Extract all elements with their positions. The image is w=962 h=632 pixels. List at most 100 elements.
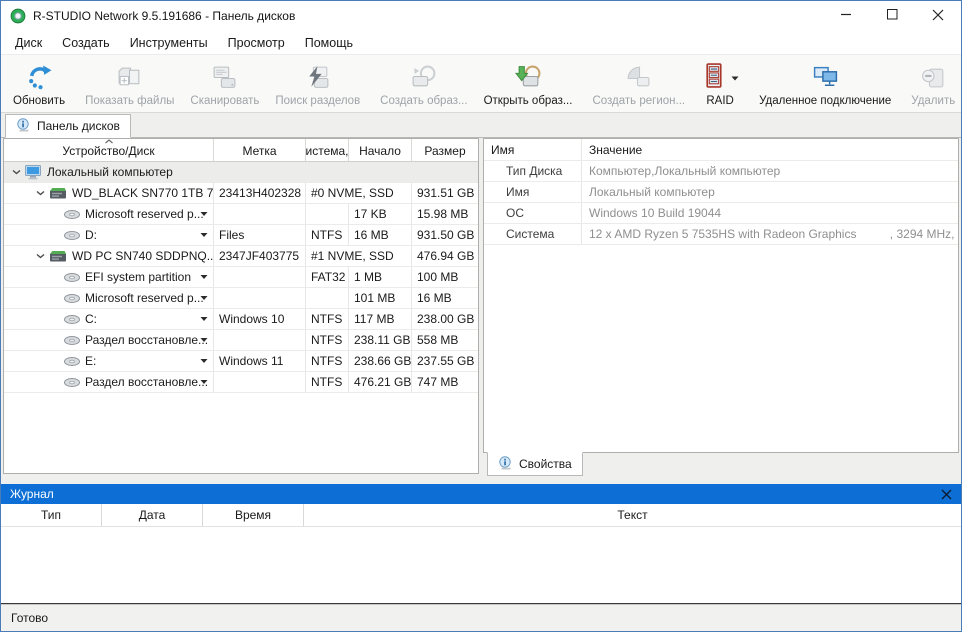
create-image-button[interactable]: Создать образ... — [372, 55, 475, 112]
tab-disk-panel[interactable]: Панель дисков — [5, 114, 131, 138]
raid-dropdown-icon[interactable] — [731, 70, 739, 84]
log-table-header: Тип Дата Время Текст — [1, 504, 961, 527]
raid-button[interactable]: RAID — [693, 55, 747, 112]
menu-help[interactable]: Помощь — [295, 31, 363, 54]
column-header-size[interactable]: Размер — [412, 139, 478, 161]
device-row-partition[interactable]: Раздел восстановле... NTFS 238.11 GB 558… — [4, 330, 478, 351]
refresh-button[interactable]: Обновить — [5, 55, 73, 112]
open-drive-dropdown-icon[interactable] — [200, 212, 208, 217]
partition-icon — [64, 335, 80, 346]
menu-bar: Диск Создать Инструменты Просмотр Помощь — [1, 31, 961, 54]
create-region-icon — [625, 62, 652, 92]
status-text: Готово — [11, 611, 48, 625]
close-button[interactable] — [915, 1, 961, 31]
raid-icon — [701, 62, 728, 92]
open-drive-dropdown-icon[interactable] — [200, 359, 208, 364]
window-title: R-STUDIO Network 9.5.191686 - Панель дис… — [33, 9, 295, 23]
property-row[interactable]: Имя Локальный компьютер — [484, 182, 958, 203]
menu-create[interactable]: Создать — [52, 31, 120, 54]
open-drive-dropdown-icon[interactable] — [200, 338, 208, 343]
device-row-partition[interactable]: C: Windows 10 NTFS 117 MB 238.00 GB — [4, 309, 478, 330]
disk-icon — [49, 250, 67, 262]
property-row[interactable]: Система 12 x AMD Ryzen 5 7535HS with Rad… — [484, 224, 958, 245]
column-header-type[interactable]: Тип — [1, 504, 102, 526]
collapse-chevron-icon[interactable] — [36, 253, 49, 259]
partition-icon — [64, 314, 80, 325]
menu-disk[interactable]: Диск — [5, 31, 52, 54]
title-bar: R-STUDIO Network 9.5.191686 - Панель дис… — [1, 1, 961, 31]
collapse-chevron-icon[interactable] — [36, 190, 49, 196]
tab-properties[interactable]: Свойства — [487, 452, 583, 476]
device-row-partition[interactable]: E: Windows 11 NTFS 238.66 GB 237.55 GB — [4, 351, 478, 372]
column-header-device[interactable]: Устройство/Диск — [4, 139, 214, 161]
tab-label: Свойства — [519, 457, 572, 471]
column-header-fs[interactable]: истема, — [306, 139, 349, 161]
maximize-button[interactable] — [869, 1, 915, 31]
partition-icon — [64, 293, 80, 304]
properties-panel: Имя Значение Тип Диска Компьютер,Локальн… — [483, 138, 959, 453]
sort-ascending-icon — [104, 139, 113, 144]
column-header-value[interactable]: Значение — [582, 139, 958, 160]
open-drive-dropdown-icon[interactable] — [200, 233, 208, 238]
partition-icon — [64, 209, 80, 220]
partition-icon — [64, 377, 80, 388]
column-header-name[interactable]: Имя — [484, 139, 582, 160]
open-drive-dropdown-icon[interactable] — [200, 296, 208, 301]
device-table-header: Устройство/Диск Метка истема, Начало Раз… — [4, 139, 478, 162]
device-row-partition[interactable]: EFI system partition FAT32 1 MB 100 MB — [4, 267, 478, 288]
show-files-button[interactable]: Показать файлы — [77, 55, 182, 112]
app-window: R-STUDIO Network 9.5.191686 - Панель дис… — [0, 0, 962, 632]
scan-icon — [211, 62, 238, 92]
open-drive-dropdown-icon[interactable] — [200, 275, 208, 280]
minimize-button[interactable] — [823, 1, 869, 31]
property-row[interactable]: ОС Windows 10 Build 19044 — [484, 203, 958, 224]
find-partitions-button[interactable]: Поиск разделов — [267, 55, 368, 112]
log-title-bar: Журнал — [1, 484, 961, 504]
menu-tools[interactable]: Инструменты — [120, 31, 218, 54]
delete-icon — [920, 62, 947, 92]
info-icon — [498, 456, 513, 473]
device-row-partition[interactable]: D: Files NTFS 16 MB 931.50 GB — [4, 225, 478, 246]
open-image-icon — [515, 62, 542, 92]
column-header-date[interactable]: Дата — [102, 504, 203, 526]
remote-connection-icon — [812, 62, 839, 92]
close-icon — [932, 9, 944, 24]
app-icon — [10, 8, 26, 24]
delete-button[interactable]: Удалить — [903, 55, 962, 112]
open-drive-dropdown-icon[interactable] — [200, 317, 208, 322]
device-row-disk1[interactable]: WD PC SN740 SDDPNQ... 2347JF403775 #1 NV… — [4, 246, 478, 267]
device-row-local-computer[interactable]: Локальный компьютер — [4, 162, 478, 183]
scan-button[interactable]: Сканировать — [182, 55, 267, 112]
remote-connection-button[interactable]: Удаленное подключение — [751, 55, 899, 112]
open-image-button[interactable]: Открыть образ... — [476, 55, 581, 112]
device-row-partition[interactable]: Microsoft reserved p... 101 MB 16 MB — [4, 288, 478, 309]
show-files-icon — [116, 62, 143, 92]
create-image-icon — [410, 62, 437, 92]
log-table: Тип Дата Время Текст — [1, 504, 961, 604]
create-region-button[interactable]: Создать регион... — [584, 55, 693, 112]
status-bar: Готово — [1, 604, 961, 631]
log-title: Журнал — [10, 487, 54, 501]
refresh-icon — [26, 62, 53, 92]
collapse-chevron-icon[interactable] — [12, 169, 25, 175]
column-header-label[interactable]: Метка — [214, 139, 306, 161]
find-partitions-icon — [304, 62, 331, 92]
partition-icon — [64, 272, 80, 283]
column-header-start[interactable]: Начало — [349, 139, 412, 161]
column-header-time[interactable]: Время — [203, 504, 304, 526]
toolbar: Обновить Показать файлы Сканировать Поис… — [1, 54, 961, 113]
menu-view[interactable]: Просмотр — [218, 31, 295, 54]
property-row[interactable]: Тип Диска Компьютер,Локальный компьютер — [484, 161, 958, 182]
computer-icon — [25, 165, 42, 180]
column-header-text[interactable]: Текст — [304, 504, 961, 526]
open-drive-dropdown-icon[interactable] — [200, 380, 208, 385]
log-close-button[interactable] — [941, 489, 952, 500]
disk-icon — [49, 187, 67, 199]
log-panel: Журнал Тип Дата Время Текст — [1, 484, 961, 604]
info-icon — [16, 118, 31, 135]
partition-icon — [64, 230, 80, 241]
device-row-partition[interactable]: Раздел восстановле... NTFS 476.21 GB 747… — [4, 372, 478, 393]
properties-header: Имя Значение — [484, 139, 958, 161]
device-row-partition[interactable]: Microsoft reserved p... 17 KB 15.98 MB — [4, 204, 478, 225]
device-row-disk0[interactable]: WD_BLACK SN770 1TB 7... 23413H402328 #0 … — [4, 183, 478, 204]
